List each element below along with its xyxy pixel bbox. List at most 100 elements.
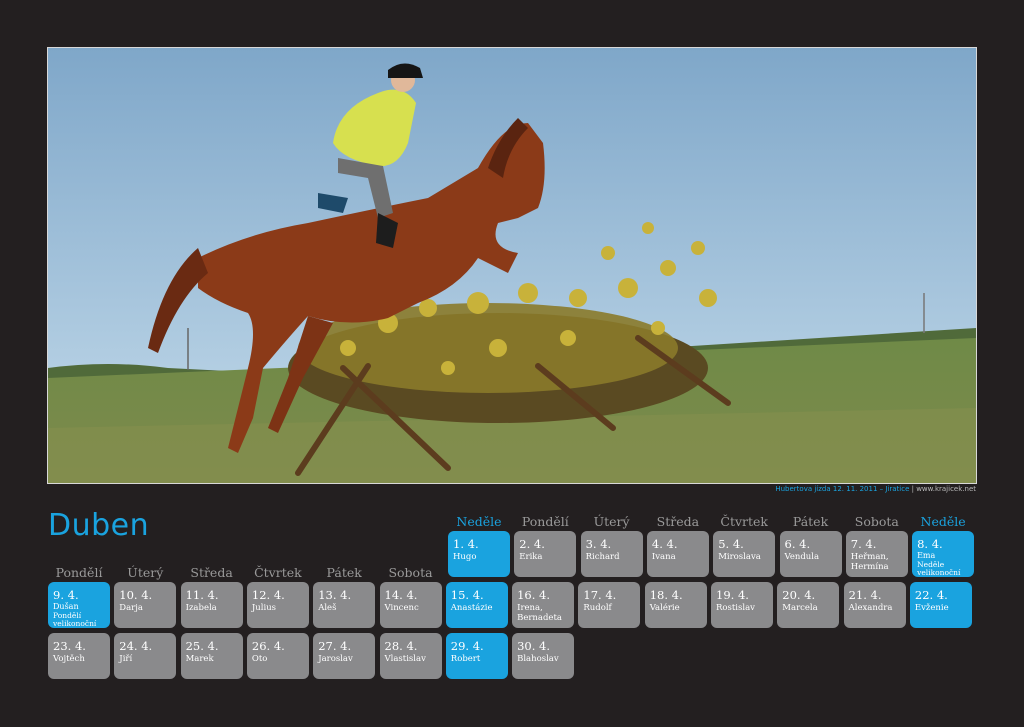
day-cell: 9. 4. Dušan Pondělí velikonoční (48, 582, 110, 628)
weekday-header: Neděle (456, 514, 502, 529)
day-date: 16. 4. (517, 588, 551, 602)
weekday-header: Neděle (920, 514, 966, 529)
day-name: Vendula (784, 552, 820, 562)
day-cell: 17. 4. Rudolf (578, 582, 641, 628)
day-date: 25. 4. (185, 639, 219, 653)
month-title: Duben (48, 508, 150, 543)
day-date: 30. 4. (517, 639, 551, 653)
day-cell: 22. 4. Evženie (909, 582, 972, 628)
day-cell: 18. 4. Valérie (644, 582, 707, 628)
day-name: Richard (585, 552, 620, 562)
day-date: 20. 4. (782, 588, 816, 602)
day-cell: 7. 4. Heřman, Hermína (845, 531, 908, 577)
photo-credit-event: Hubertova jízda 12. 11. 2011 – Jiratice (775, 485, 910, 493)
day-cell: 28. 4. Vlastislav (379, 633, 442, 679)
day-cell: 5. 4. Miroslava (713, 531, 776, 577)
day-holiday: velikonoční (53, 618, 97, 628)
weekday-header: Středa (656, 514, 700, 529)
calendar-photo (47, 47, 977, 484)
day-date: 1. 4. (453, 537, 479, 551)
day-cell: 24. 4. Jiří (114, 633, 177, 679)
day-date: 6. 4. (784, 537, 811, 551)
day-name: Evženie (914, 603, 949, 613)
photo-credit: Hubertova jízda 12. 11. 2011 – Jiratice … (775, 485, 976, 493)
day-cell: 3. 4. Richard (580, 531, 643, 577)
day-cell: 30. 4. Blahoslav (512, 633, 575, 679)
day-name: Vojtěch (53, 654, 85, 664)
day-cell: 19. 4. Rostislav (711, 582, 773, 628)
day-date: 27. 4. (318, 639, 352, 653)
weekday-header: Pátek (326, 565, 362, 580)
weekday-header: Pondělí (521, 514, 569, 529)
day-name: Valérie (649, 603, 680, 613)
day-name: Jiří (119, 654, 133, 664)
day-cell: 23. 4. Vojtěch (48, 633, 110, 679)
day-cell: 29. 4. Robert (445, 633, 508, 679)
day-name: Bernadeta (517, 612, 562, 623)
day-name: Alexandra (848, 603, 893, 613)
day-cell: 12. 4. Julius (246, 582, 309, 628)
day-date: 24. 4. (119, 639, 153, 653)
day-cell: 8. 4. Ema Neděle velikonoční (912, 531, 975, 577)
photo-credit-site: | www.krajicek.net (909, 485, 976, 493)
day-date: 3. 4. (585, 537, 612, 551)
day-cell: 2. 4. Erika (514, 531, 577, 577)
weekday-header: Čtvrtek (720, 514, 768, 529)
day-name: Vincenc (384, 603, 419, 613)
weekday-header: Sobota (854, 514, 899, 529)
day-name: Marcela (782, 603, 818, 613)
day-name: Hugo (453, 552, 477, 562)
day-date: 17. 4. (583, 588, 617, 602)
day-date: 29. 4. (450, 639, 484, 653)
day-date: 22. 4. (914, 588, 948, 602)
day-cell: 26. 4. Oto (246, 633, 309, 679)
day-name: Miroslava (718, 552, 761, 562)
day-date: 15. 4. (450, 588, 484, 602)
day-holiday: velikonoční (917, 567, 961, 577)
day-cell: 6. 4. Vendula (779, 531, 842, 577)
weekday-header: Čtvrtek (254, 565, 302, 580)
day-name: Darja (119, 603, 143, 613)
day-cell: 20. 4. Marcela (777, 582, 840, 628)
day-cell: 16. 4. Irena, Bernadeta (512, 582, 575, 628)
day-date: 12. 4. (251, 588, 285, 602)
day-name: Vlastislav (384, 654, 426, 664)
day-name: Blahoslav (517, 654, 559, 664)
day-date: 10. 4. (119, 588, 153, 602)
day-date: 13. 4. (318, 588, 352, 602)
day-cell: 4. 4. Ivana (646, 531, 709, 577)
day-name: Marek (185, 654, 214, 664)
day-cell: 25. 4. Marek (180, 633, 243, 679)
day-name: Ivana (651, 552, 676, 562)
day-cell: 27. 4. Jaroslav (313, 633, 376, 679)
day-cell: 15. 4. Anastázie (445, 582, 508, 628)
day-date: 28. 4. (384, 639, 418, 653)
day-date: 4. 4. (651, 537, 678, 551)
weekday-header: Sobota (388, 565, 433, 580)
day-date: 14. 4. (384, 588, 418, 602)
day-date: 11. 4. (185, 588, 219, 602)
day-name: Aleš (318, 603, 337, 613)
day-name: Hermína (850, 561, 889, 572)
day-name: Anastázie (450, 603, 493, 613)
day-name: Rostislav (716, 603, 755, 613)
day-cell: 1. 4. Hugo (448, 531, 510, 577)
day-name: Izabela (185, 603, 217, 613)
day-name: Robert (450, 654, 481, 664)
day-date: 5. 4. (718, 537, 744, 551)
weekday-header: Středa (190, 565, 233, 580)
day-date: 18. 4. (649, 588, 683, 602)
weekday-header: Úterý (593, 514, 630, 529)
day-date: 7. 4. (850, 537, 877, 551)
day-date: 9. 4. (53, 588, 79, 602)
day-date: 26. 4. (251, 639, 285, 653)
day-date: 19. 4. (716, 588, 749, 602)
day-cell: 21. 4. Alexandra (843, 582, 906, 628)
day-date: 8. 4. (917, 537, 943, 551)
day-name: Oto (251, 654, 268, 664)
day-date: 2. 4. (519, 537, 545, 551)
day-cell: 11. 4. Izabela (180, 582, 243, 628)
weekday-header: Pondělí (55, 565, 103, 580)
day-date: 21. 4. (848, 588, 882, 602)
photo-horse-jump-icon (48, 48, 976, 483)
